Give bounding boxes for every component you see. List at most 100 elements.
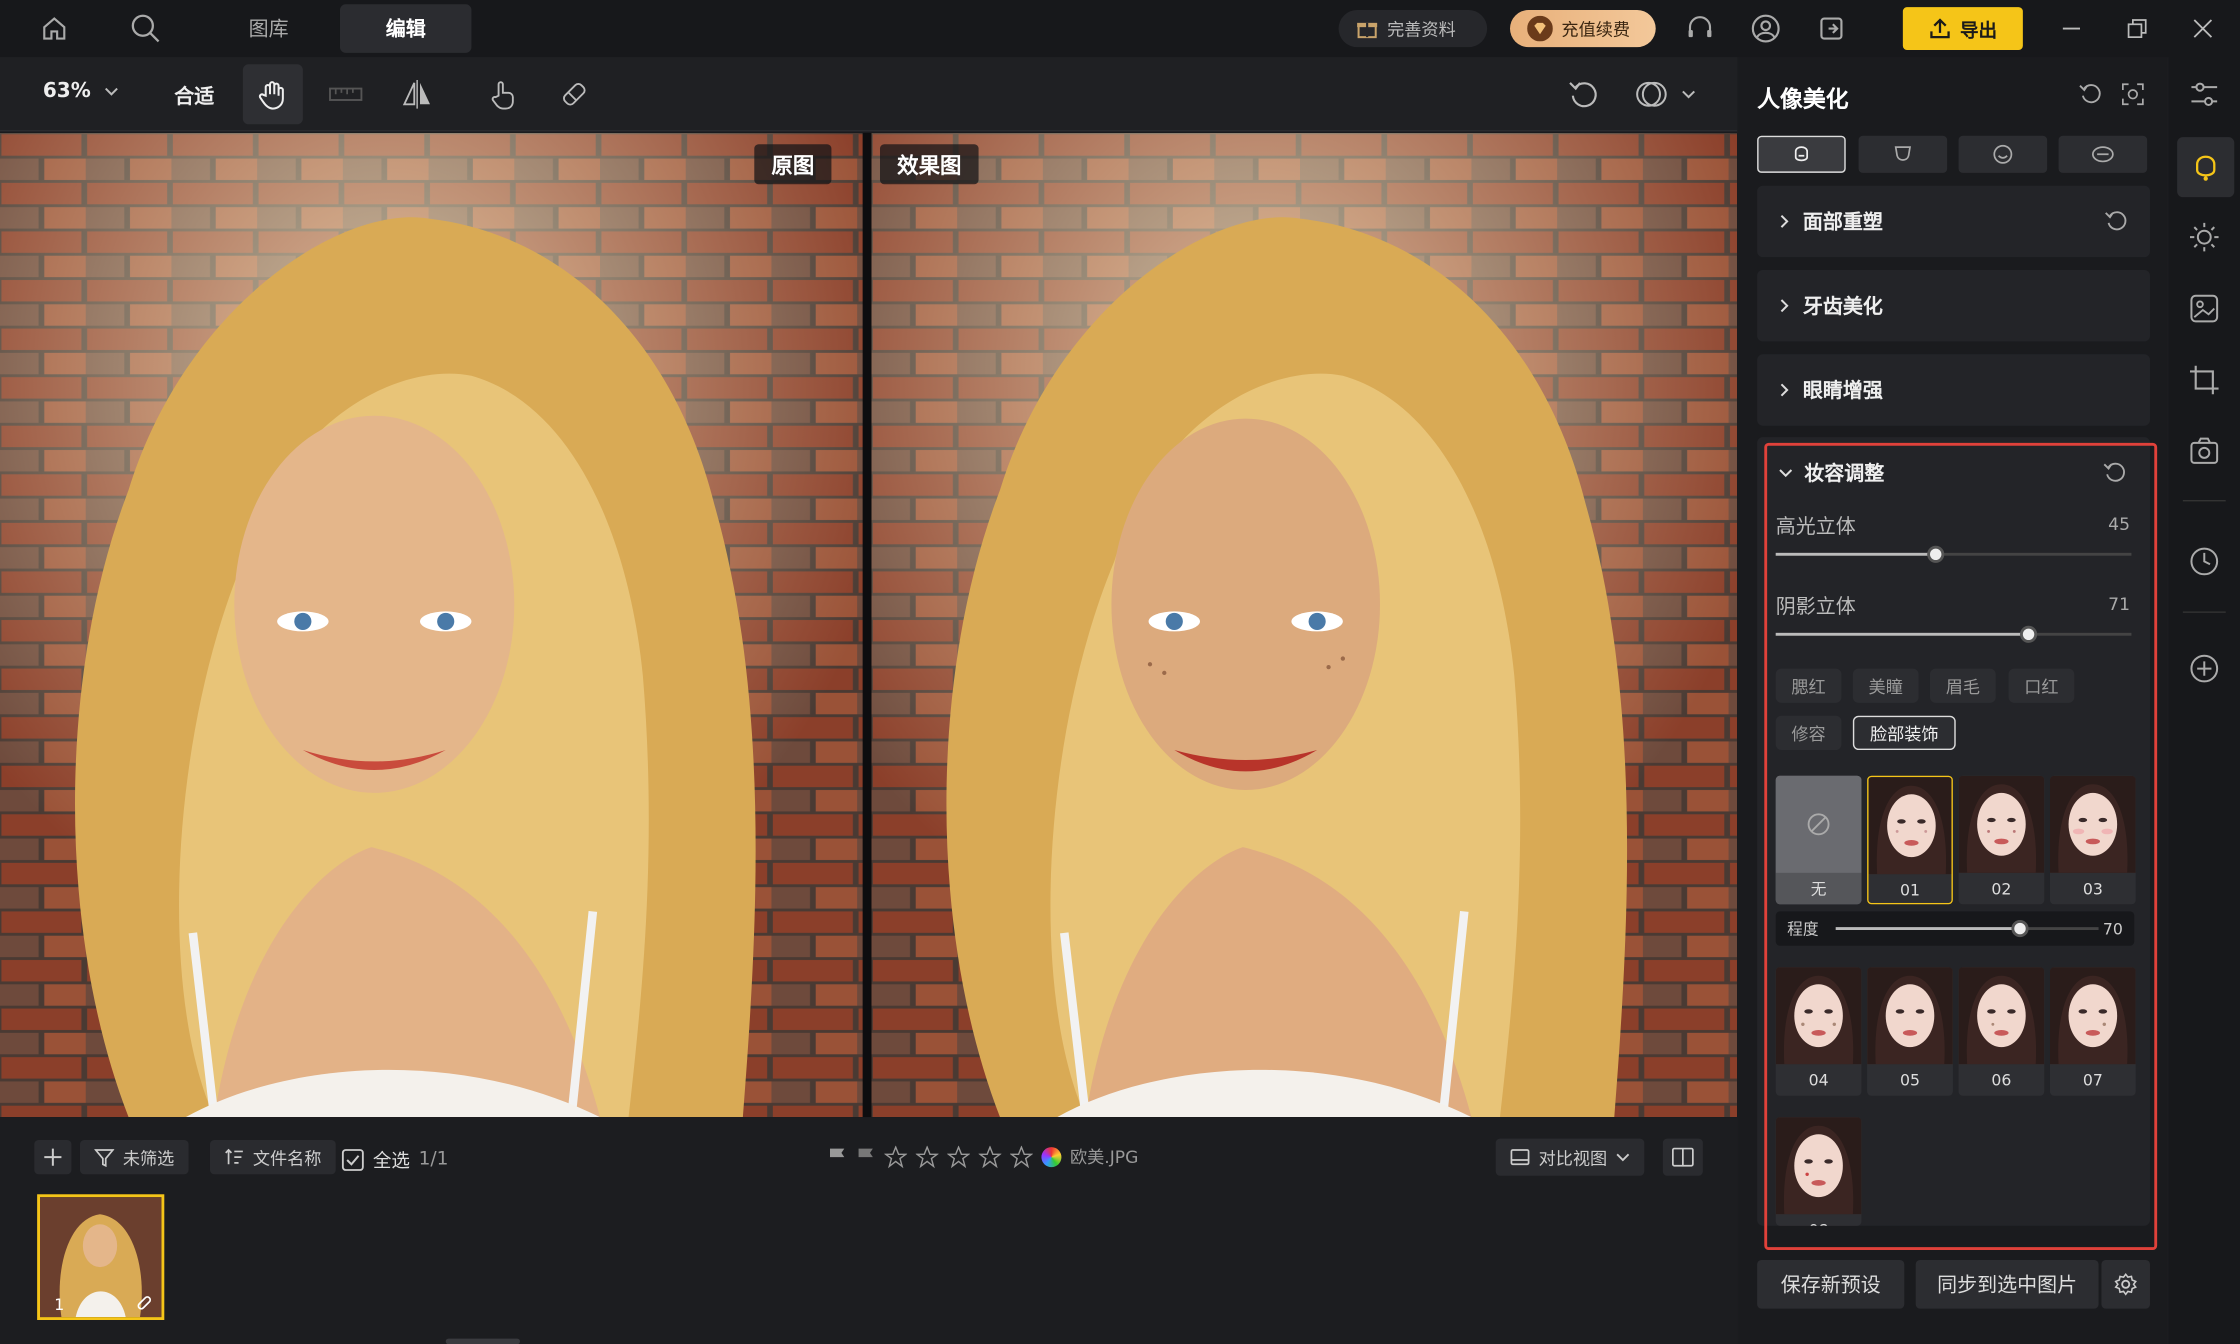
user-icon[interactable]: [1749, 11, 1783, 45]
face-preview: [2049, 967, 2136, 1065]
face-preview: [1868, 777, 1952, 875]
chip-blush[interactable]: 腮红: [1775, 668, 1842, 703]
preset-04[interactable]: 04: [1775, 967, 1862, 1096]
face-preview: [2049, 775, 2136, 873]
logout-icon[interactable]: [1814, 11, 1848, 45]
preset-05[interactable]: 05: [1867, 967, 1953, 1096]
history-icon[interactable]: [2169, 533, 2240, 590]
face-scan-icon[interactable]: [2119, 80, 2148, 109]
highlight-slider-value: 45: [2108, 514, 2130, 535]
flag-icon[interactable]: [827, 1146, 847, 1166]
star-icon[interactable]: [884, 1144, 908, 1168]
diamond-icon: [1527, 15, 1553, 42]
select-all-checkbox[interactable]: 全选 1/1: [341, 1146, 448, 1173]
filter-button[interactable]: 未筛选: [79, 1139, 189, 1175]
image-retouch-icon[interactable]: [2169, 280, 2240, 337]
makeup-header[interactable]: 妆容调整: [1779, 459, 1884, 488]
reset-icon[interactable]: [2104, 210, 2127, 233]
chip-eyebrows[interactable]: 眉毛: [1929, 668, 1996, 703]
save-preset-button[interactable]: 保存新预设: [1757, 1259, 1905, 1309]
chip-contacts[interactable]: 美瞳: [1852, 668, 1919, 703]
intensity-label: 程度: [1787, 919, 1819, 939]
intensity-bar: 程度 70: [1775, 911, 2135, 946]
star-icon[interactable]: [947, 1144, 970, 1168]
touch-icon[interactable]: [486, 77, 520, 111]
preset-02[interactable]: 02: [1958, 775, 2045, 905]
zoom-select[interactable]: 63%: [43, 80, 119, 103]
section-eyes[interactable]: 眼睛增强: [1757, 354, 2150, 426]
minimize-icon[interactable]: [2054, 11, 2088, 45]
search-icon[interactable]: [129, 11, 163, 45]
overlay-select[interactable]: [1634, 77, 1697, 111]
close-icon[interactable]: [2186, 11, 2220, 45]
reset-icon[interactable]: [2100, 459, 2129, 488]
chevron-down-icon: [1680, 86, 1697, 103]
headset-icon[interactable]: [1683, 11, 1717, 45]
sync-button[interactable]: 同步到选中图片: [1915, 1259, 2099, 1309]
section-teeth[interactable]: 牙齿美化: [1757, 269, 2150, 342]
undo-icon[interactable]: [1566, 77, 1600, 111]
edited-badge-icon: [136, 1294, 153, 1311]
top-bar: 图库 编辑 完善资料 充值续费 导出: [0, 0, 2240, 58]
makeup-tab-icon[interactable]: [2058, 135, 2148, 173]
settings-icon[interactable]: [2101, 1259, 2150, 1309]
camera-icon[interactable]: [2169, 423, 2240, 480]
restore-icon[interactable]: [2120, 11, 2154, 45]
star-icon[interactable]: [915, 1144, 939, 1168]
chevron-down-icon: [1616, 1150, 1630, 1164]
highlight-slider[interactable]: [1775, 545, 2132, 563]
light-icon[interactable]: [2169, 209, 2240, 266]
preset-08[interactable]: 08: [1775, 1117, 1862, 1226]
portrait-tool-icon[interactable]: [2177, 137, 2235, 198]
tab-edit[interactable]: 编辑: [339, 4, 472, 53]
face-preview: [1775, 967, 1862, 1065]
ruler-icon[interactable]: [326, 77, 366, 111]
slider-handle[interactable]: [2019, 625, 2037, 643]
sidebar-divider: [2182, 611, 2226, 613]
body-tab-icon[interactable]: [1858, 135, 1948, 173]
image-canvas[interactable]: 原图 效果图: [0, 132, 1738, 1118]
slider-handle[interactable]: [1927, 545, 1945, 563]
tab-library[interactable]: 图库: [223, 4, 314, 53]
reset-icon[interactable]: [2076, 80, 2105, 109]
intensity-value: 70: [2102, 919, 2123, 938]
compare-divider[interactable]: [862, 132, 872, 1118]
chip-contour[interactable]: 修容: [1775, 715, 1842, 750]
recharge-button[interactable]: 充值续费: [1509, 9, 1656, 48]
slider-handle[interactable]: [2011, 919, 2029, 938]
hand-tool-icon[interactable]: [242, 64, 303, 125]
chevron-down-icon: [102, 83, 119, 100]
smile-tab-icon[interactable]: [1958, 135, 2048, 173]
export-button[interactable]: 导出: [1902, 7, 2023, 50]
chip-lipstick[interactable]: 口红: [2008, 668, 2075, 703]
flip-icon[interactable]: [400, 77, 434, 111]
home-icon[interactable]: [37, 11, 71, 45]
filmstrip-scrollbar[interactable]: [445, 1338, 520, 1344]
crop-icon[interactable]: [2169, 351, 2240, 408]
chip-face-decor[interactable]: 脸部装饰: [1852, 715, 1956, 750]
preset-06[interactable]: 06: [1958, 967, 2045, 1096]
fit-button[interactable]: 合适: [174, 81, 214, 110]
add-tool-icon[interactable]: [2169, 640, 2240, 697]
star-icon[interactable]: [1009, 1144, 1033, 1168]
preset-07[interactable]: 07: [2049, 967, 2136, 1096]
adjust-sliders-icon[interactable]: [2169, 66, 2240, 123]
preset-none[interactable]: 无: [1775, 775, 1862, 905]
intensity-slider[interactable]: [1835, 919, 2099, 938]
eraser-icon[interactable]: [557, 77, 591, 111]
sort-button[interactable]: 文件名称: [209, 1139, 336, 1175]
filmstrip-thumbnail[interactable]: 1: [37, 1194, 165, 1320]
view-mode-select[interactable]: 对比视图: [1495, 1138, 1645, 1176]
preset-03[interactable]: 03: [2049, 775, 2136, 905]
face-tab-icon[interactable]: [1757, 135, 1846, 173]
face-preview: [1958, 775, 2045, 873]
complete-profile-button[interactable]: 完善资料: [1338, 9, 1488, 48]
flag-reject-icon[interactable]: [856, 1146, 876, 1166]
add-icon[interactable]: [34, 1139, 72, 1175]
preset-01[interactable]: 01: [1867, 775, 1953, 905]
star-icon[interactable]: [978, 1144, 1002, 1168]
split-view-icon[interactable]: [1662, 1138, 1703, 1176]
shadow-slider[interactable]: [1775, 625, 2132, 643]
color-label-icon[interactable]: [1041, 1146, 1062, 1167]
section-face-reshape[interactable]: 面部重塑: [1757, 185, 2150, 258]
